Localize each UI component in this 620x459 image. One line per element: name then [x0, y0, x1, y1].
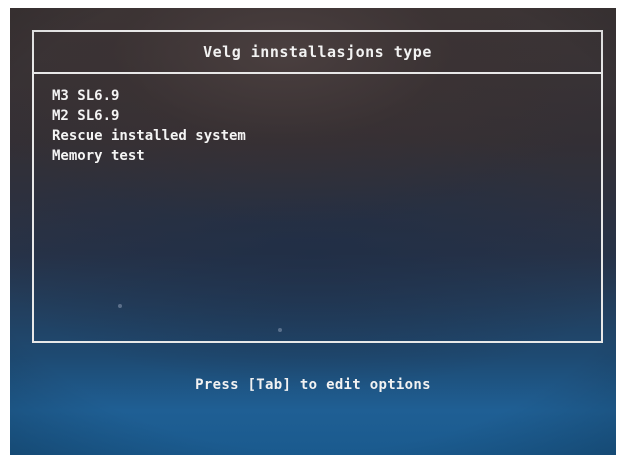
installation-type-dialog: Velg innstallasjons type M3 SL6.9 M2 SL6… [32, 30, 603, 343]
menu-item-m3-sl69[interactable]: M3 SL6.9 [52, 86, 246, 106]
menu-item-m2-sl69[interactable]: M2 SL6.9 [52, 106, 246, 126]
menu-item-rescue[interactable]: Rescue installed system [52, 126, 246, 146]
dialog-title-bar: Velg innstallasjons type [34, 32, 601, 74]
boot-screen: Velg innstallasjons type M3 SL6.9 M2 SL6… [10, 8, 616, 455]
menu-item-memory-test[interactable]: Memory test [52, 146, 246, 166]
dialog-title: Velg innstallasjons type [203, 43, 432, 61]
edit-options-hint: Press [Tab] to edit options [195, 377, 431, 393]
boot-menu: M3 SL6.9 M2 SL6.9 Rescue installed syste… [52, 86, 246, 166]
